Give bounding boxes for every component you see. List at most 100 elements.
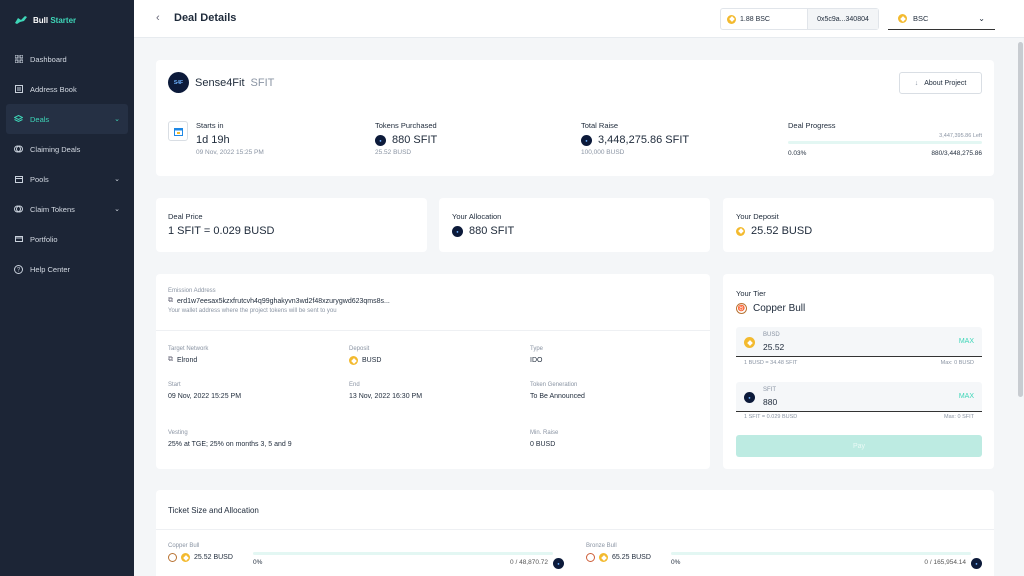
sfit-token-icon: ● <box>971 558 982 569</box>
vesting-value: 25% at TGE; 25% on months 3, 5 and 9 <box>168 441 292 448</box>
sidebar-item-claiming-deals[interactable]: Claiming Deals <box>0 134 134 164</box>
emission-value[interactable]: erd1w7eesax5kzxfrutcvh4q99ghakyvn3wd2f48… <box>177 298 390 305</box>
sidebar-item-address-book[interactable]: Address Book <box>0 74 134 104</box>
deposit-card: Your Deposit 25.52 BUSD <box>723 198 994 252</box>
sfit-field-label: SFIT <box>763 387 776 393</box>
chevron-down-icon: ⌄ <box>114 206 120 213</box>
emission-hint: Your wallet address where the project to… <box>168 308 337 314</box>
tier-value: Copper Bull <box>753 303 806 314</box>
bronze-bull-icon <box>586 553 595 562</box>
sfit-token-icon: ● <box>581 134 592 146</box>
sidebar-item-label: Claim Tokens <box>30 204 75 214</box>
busd-rate: 1 BUSD = 34.48 SFIT <box>744 360 798 366</box>
ticket-amount: 65.25 BUSD <box>612 554 651 561</box>
sidebar-item-deals[interactable]: Deals ⌄ <box>6 104 128 134</box>
book-icon <box>14 85 23 94</box>
start-value: 09 Nov, 2022 15:25 PM <box>168 393 242 400</box>
sidebar-item-label: Help Center <box>30 264 71 274</box>
box-icon <box>14 175 23 184</box>
sfit-rate: 1 SFIT = 0.029 BUSD <box>744 414 798 420</box>
sidebar: Bull Starter Dashboard Address Book Deal… <box>0 0 134 576</box>
emission-label: Emission Address <box>168 288 216 294</box>
token-generation-value: To Be Announced <box>530 393 585 400</box>
ticket-tier-name: Bronze Bull <box>586 543 617 549</box>
chevron-down-icon: ⌄ <box>978 14 985 23</box>
tier-label: Your Tier <box>736 289 766 298</box>
sfit-max-button[interactable]: MAX <box>959 393 974 400</box>
sidebar-item-help-center[interactable]: ? Help Center <box>0 254 134 284</box>
deal-price-value: 1 SFIT = 0.029 BUSD <box>168 225 275 237</box>
copper-bull-icon <box>168 553 177 562</box>
page-title: Deal Details <box>174 12 237 24</box>
divider <box>156 330 710 331</box>
network-value: BSC <box>913 14 929 23</box>
project-logo: S4F <box>168 72 189 93</box>
ticket-tier-name: Copper Bull <box>168 543 200 549</box>
ticket-progress-bar <box>671 552 971 555</box>
ticket-row-bronze: Bronze Bull 65.25 BUSD 0% 0 / 165,954.14… <box>586 543 982 569</box>
project-name: Sense4Fit <box>195 76 245 89</box>
sfit-token-icon: ● <box>452 225 463 237</box>
page-scrollbar[interactable] <box>1018 42 1023 397</box>
chevron-down-icon: ⌄ <box>114 116 120 123</box>
busd-amount-input[interactable]: BUSD 25.52 MAX <box>736 327 982 357</box>
min-raise-value: 0 BUSD <box>530 441 556 448</box>
raise-sub: 100,000 BUSD <box>581 149 625 156</box>
brand-name: Bull Starter <box>33 15 77 25</box>
sidebar-item-pools[interactable]: Pools ⌄ <box>0 164 134 194</box>
brand-logo[interactable]: Bull Starter <box>0 0 134 40</box>
layers-icon <box>14 115 23 124</box>
wallet-address[interactable]: 0x5c9a...340804 <box>807 9 878 29</box>
ticket-size-card: Ticket Size and Allocation Copper Bull 2… <box>156 490 994 576</box>
type-label: Type <box>530 346 544 352</box>
pay-button[interactable]: Pay <box>736 435 982 457</box>
sidebar-item-label: Portfolio <box>30 234 58 244</box>
elrond-icon: ⧉ <box>168 356 173 363</box>
vesting-label: Vesting <box>168 430 188 436</box>
sidebar-item-dashboard[interactable]: Dashboard <box>0 44 134 74</box>
about-project-button[interactable]: ↓ About Project <box>899 72 982 94</box>
sidebar-item-claim-tokens[interactable]: Claim Tokens ⌄ <box>0 194 134 224</box>
divider <box>156 529 994 530</box>
busd-field-value: 25.52 <box>763 342 785 352</box>
busd-coin-icon <box>349 356 358 365</box>
ticket-ratio: 0 / 165,954.14 <box>924 559 966 566</box>
deposit-value: 25.52 BUSD <box>751 225 813 237</box>
ticket-progress-bar <box>253 552 553 555</box>
help-icon: ? <box>14 264 23 274</box>
deposit-type-value: BUSD <box>362 357 382 364</box>
busd-max-button[interactable]: MAX <box>959 338 974 345</box>
progress-label: Deal Progress <box>788 121 836 130</box>
purchased-sub: 25.52 BUSD <box>375 149 412 156</box>
start-label: Start <box>168 382 181 388</box>
calendar-icon <box>168 121 188 141</box>
busd-coin-icon <box>736 226 745 236</box>
ticket-pct: 0% <box>253 559 263 566</box>
pay-label: Pay <box>852 442 866 450</box>
deposit-label: Your Deposit <box>736 212 779 221</box>
type-value: IDO <box>530 357 543 364</box>
deposit-type-label: Deposit <box>349 346 370 352</box>
deal-price-card: Deal Price 1 SFIT = 0.029 BUSD <box>156 198 427 252</box>
target-network-label: Target Network <box>168 346 209 352</box>
ticket-size-title: Ticket Size and Allocation <box>168 506 259 515</box>
ticket-pct: 0% <box>671 559 681 566</box>
network-select[interactable]: BSC ⌄ <box>888 8 995 30</box>
sfit-token-icon: ● <box>553 558 564 569</box>
token-generation-label: Token Generation <box>530 382 578 388</box>
allocation-card: Your Allocation ● 880 SFIT <box>439 198 710 252</box>
copy-icon[interactable]: ⧉ <box>168 297 173 305</box>
starts-date: 09 Nov, 2022 15:25 PM <box>196 149 264 156</box>
back-arrow-icon[interactable]: ‹ <box>156 12 160 24</box>
busd-coin-icon <box>744 337 755 348</box>
sidebar-item-portfolio[interactable]: Portfolio <box>0 224 134 254</box>
busd-coin-icon <box>181 553 190 562</box>
sfit-amount-input[interactable]: ● SFIT 880 MAX <box>736 382 982 412</box>
top-header: ‹ Deal Details 1.88 BSC 0x5c9a...340804 … <box>134 0 1024 38</box>
wallet-widget[interactable]: 1.88 BSC 0x5c9a...340804 <box>720 8 879 30</box>
end-value: 13 Nov, 2022 16:30 PM <box>349 393 423 400</box>
busd-coin-icon <box>599 553 608 562</box>
min-raise-label: Min. Raise <box>530 430 559 436</box>
wallet-balance: 1.88 BSC <box>740 15 770 23</box>
purchased-value: 880 SFIT <box>392 134 438 146</box>
